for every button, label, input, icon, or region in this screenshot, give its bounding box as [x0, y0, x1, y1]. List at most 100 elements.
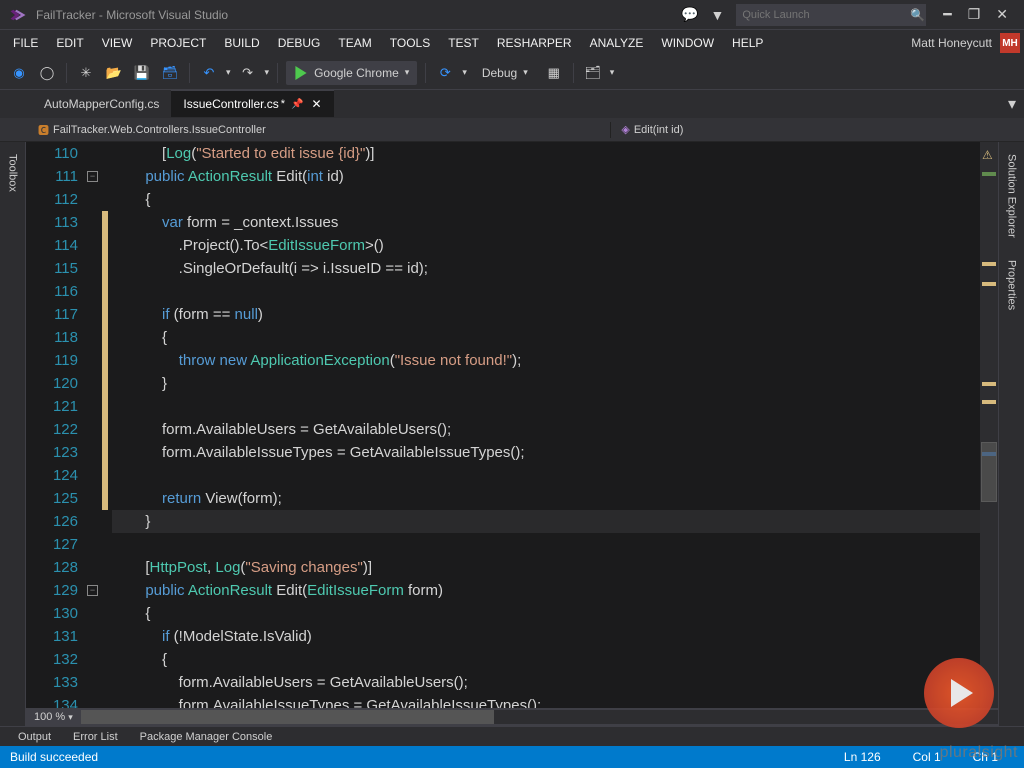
user-badge[interactable]: MH: [1000, 33, 1020, 53]
chevron-down-icon: ▾: [405, 67, 410, 78]
editor-pane: 1101111121131141151161171181191201211221…: [26, 142, 998, 726]
feedback-icon[interactable]: ▼: [704, 7, 730, 23]
code-line[interactable]: .SingleOrDefault(i => i.IssueID == id);: [112, 257, 980, 280]
nav-back-button[interactable]: ◉: [8, 62, 30, 84]
overview-ruler[interactable]: ▭ ⚠: [980, 142, 998, 708]
code-line[interactable]: {: [112, 188, 980, 211]
code-line[interactable]: form.AvailableIssueTypes = GetAvailableI…: [112, 441, 980, 464]
nav-forward-button[interactable]: ◯: [36, 62, 58, 84]
notifications-icon[interactable]: 💬: [675, 6, 704, 23]
right-tool-rail: Solution Explorer Properties: [998, 142, 1024, 726]
tool-tab-properties[interactable]: Properties: [1004, 252, 1020, 318]
undo-dropdown[interactable]: ▾: [226, 67, 231, 78]
minimize-button[interactable]: ━: [935, 6, 959, 23]
code-line[interactable]: public ActionResult Edit(int id): [112, 165, 980, 188]
menu-test[interactable]: TEST: [439, 32, 488, 54]
search-icon[interactable]: 🔍: [910, 8, 925, 22]
menu-build[interactable]: BUILD: [215, 32, 268, 54]
panel-tab-package-manager-console[interactable]: Package Manager Console: [130, 729, 283, 745]
line-number: 114: [44, 234, 78, 257]
fold-toggle[interactable]: −: [87, 585, 98, 596]
browser-refresh-button[interactable]: ⟳: [434, 62, 456, 84]
line-number: 133: [44, 671, 78, 694]
start-debug-button[interactable]: Google Chrome ▾: [286, 61, 417, 85]
mode-button[interactable]: 🗂: [582, 62, 604, 84]
line-number: 121: [44, 395, 78, 418]
redo-button[interactable]: ↷: [237, 62, 259, 84]
extensions-button[interactable]: ▦: [543, 62, 565, 84]
code-line[interactable]: [112, 533, 980, 556]
window-title: FailTracker - Microsoft Visual Studio: [36, 8, 228, 22]
new-project-button[interactable]: ✳: [75, 62, 97, 84]
refresh-dropdown[interactable]: ▾: [462, 67, 467, 78]
workspace: Toolbox 11011111211311411511611711811912…: [0, 142, 1024, 726]
code-line[interactable]: [112, 464, 980, 487]
code-line[interactable]: {: [112, 326, 980, 349]
code-line[interactable]: if (!ModelState.IsValid): [112, 625, 980, 648]
maximize-button[interactable]: ❐: [960, 6, 989, 23]
menu-file[interactable]: FILE: [4, 32, 47, 54]
separator: [573, 63, 574, 83]
menu-project[interactable]: PROJECT: [141, 32, 215, 54]
code-line[interactable]: }: [112, 510, 980, 533]
code-line[interactable]: }: [112, 372, 980, 395]
save-all-button[interactable]: 🗃: [159, 62, 181, 84]
open-button[interactable]: 📂: [103, 62, 125, 84]
line-number: 132: [44, 648, 78, 671]
menu-analyze[interactable]: ANALYZE: [581, 32, 653, 54]
line-number: 125: [44, 487, 78, 510]
zoom-selector[interactable]: 100 %▾: [26, 711, 81, 723]
hscroll-thumb[interactable]: [81, 710, 494, 724]
document-tab[interactable]: AutoMapperConfig.cs: [32, 90, 171, 117]
close-button[interactable]: ✕: [988, 6, 1016, 23]
code-line[interactable]: [112, 280, 980, 303]
menu-team[interactable]: TEAM: [329, 32, 380, 54]
code-line[interactable]: form.AvailableUsers = GetAvailableUsers(…: [112, 418, 980, 441]
code-line[interactable]: [HttpPost, Log("Saving changes")]: [112, 556, 980, 579]
signed-in-user[interactable]: Matt Honeycutt: [911, 36, 992, 50]
scrollbar-thumb[interactable]: [981, 442, 997, 502]
code-line[interactable]: .Project().To<EditIssueForm>(): [112, 234, 980, 257]
config-selector[interactable]: Debug ▾: [473, 61, 537, 85]
undo-button[interactable]: ↶: [198, 62, 220, 84]
outline-margin[interactable]: −−: [84, 142, 102, 708]
redo-dropdown[interactable]: ▾: [265, 67, 270, 78]
quick-launch-input[interactable]: [736, 4, 926, 26]
panel-tab-error-list[interactable]: Error List: [63, 729, 128, 745]
code-line[interactable]: form.AvailableIssueTypes = GetAvailableI…: [112, 694, 980, 708]
document-tab[interactable]: IssueController.cs*📌✕: [171, 90, 333, 117]
mode-dropdown[interactable]: ▾: [610, 67, 615, 78]
menu-resharper[interactable]: RESHARPER: [488, 32, 581, 54]
code-line[interactable]: [112, 395, 980, 418]
close-tab-button[interactable]: ✕: [312, 97, 322, 111]
save-button[interactable]: 💾: [131, 62, 153, 84]
tool-tab-solution-explorer[interactable]: Solution Explorer: [1004, 146, 1020, 246]
code-line[interactable]: public ActionResult Edit(EditIssueForm f…: [112, 579, 980, 602]
breadcrumb-class[interactable]: 🅲 FailTracker.Web.Controllers.IssueContr…: [32, 122, 272, 138]
menu-edit[interactable]: EDIT: [47, 32, 92, 54]
pin-icon[interactable]: 📌: [291, 99, 303, 110]
code-line[interactable]: [Log("Started to edit issue {id}")]: [112, 142, 980, 165]
menu-view[interactable]: VIEW: [93, 32, 142, 54]
horizontal-scrollbar[interactable]: 100 %▾: [26, 708, 998, 726]
code-line[interactable]: if (form == null): [112, 303, 980, 326]
code-line[interactable]: {: [112, 602, 980, 625]
code-line[interactable]: return View(form);: [112, 487, 980, 510]
code-line[interactable]: throw new ApplicationException("Issue no…: [112, 349, 980, 372]
fold-toggle[interactable]: −: [87, 171, 98, 182]
code-line[interactable]: form.AvailableUsers = GetAvailableUsers(…: [112, 671, 980, 694]
menu-debug[interactable]: DEBUG: [269, 32, 330, 54]
menu-window[interactable]: WINDOW: [652, 32, 723, 54]
menu-tools[interactable]: TOOLS: [381, 32, 439, 54]
line-number: 113: [44, 211, 78, 234]
code-editor[interactable]: 1101111121131141151161171181191201211221…: [26, 142, 998, 708]
tab-overflow-button[interactable]: ▾: [1000, 90, 1024, 117]
code-area[interactable]: [Log("Started to edit issue {id}")] publ…: [108, 142, 980, 708]
breadcrumb-member[interactable]: ◈ Edit(int id): [615, 123, 689, 136]
code-line[interactable]: {: [112, 648, 980, 671]
menu-help[interactable]: HELP: [723, 32, 772, 54]
panel-tab-output[interactable]: Output: [8, 729, 61, 745]
tool-tab-toolbox[interactable]: Toolbox: [5, 146, 21, 200]
split-icon[interactable]: ▭: [987, 142, 996, 143]
code-line[interactable]: var form = _context.Issues: [112, 211, 980, 234]
